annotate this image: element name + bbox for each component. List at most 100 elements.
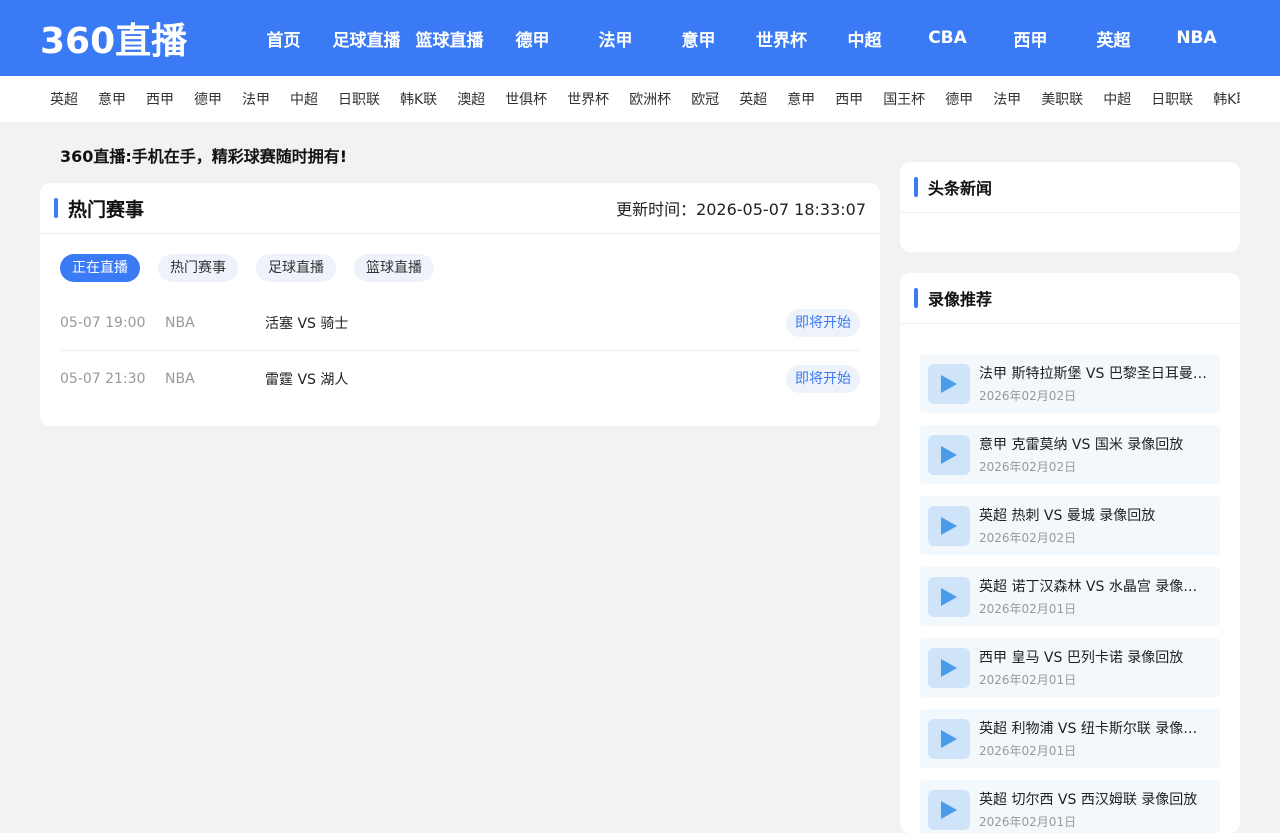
recording-date: 2026年02月01日 xyxy=(979,815,1077,829)
match-time: 05-07 21:30 xyxy=(60,370,146,387)
title-bar xyxy=(54,198,58,218)
recording-date: 2026年02月01日 xyxy=(979,744,1077,758)
subnav-item[interactable]: 德甲 xyxy=(184,89,232,109)
nav-nba[interactable]: NBA xyxy=(1155,28,1238,48)
match-row[interactable]: 05-07 19:00 NBA 活塞 VS 骑士 即将开始 xyxy=(60,296,860,351)
nav-premier-league[interactable]: 英超 xyxy=(1072,26,1155,51)
recordings-header: 录像推荐 xyxy=(900,273,1240,324)
recording-date: 2026年02月02日 xyxy=(979,460,1077,474)
match-league: NBA xyxy=(165,370,195,387)
league-subnav: 英超 意甲 西甲 德甲 法甲 中超 日职联 韩K联 澳超 世俱杯 世界杯 欧洲杯… xyxy=(0,76,1280,122)
subnav-item[interactable]: 韩K联 xyxy=(390,89,447,109)
recording-item[interactable]: 英超 热刺 VS 曼城 录像回放 2026年02月02日 xyxy=(920,496,1220,555)
subnav-item[interactable]: 日职联 xyxy=(1141,89,1203,109)
recording-title[interactable]: 意甲 克雷莫纳 VS 国米 录像回放 xyxy=(979,434,1210,454)
match-status-button[interactable]: 即将开始 xyxy=(786,309,860,337)
subnav-item[interactable]: 欧冠 xyxy=(681,89,729,109)
subnav-item[interactable]: 法甲 xyxy=(983,89,1031,109)
title-bar xyxy=(914,177,918,197)
match-teams[interactable]: 雷霆 VS 湖人 xyxy=(265,369,786,389)
match-teams[interactable]: 活塞 VS 骑士 xyxy=(265,313,786,333)
match-row[interactable]: 05-07 21:30 NBA 雷霆 VS 湖人 即将开始 xyxy=(60,351,860,406)
subnav-item[interactable]: 国王杯 xyxy=(873,89,935,109)
nav-home[interactable]: 首页 xyxy=(242,26,325,51)
subnav-item[interactable]: 澳超 xyxy=(447,89,495,109)
recording-item[interactable]: 意甲 克雷莫纳 VS 国米 录像回放 2026年02月02日 xyxy=(920,425,1220,484)
recording-title[interactable]: 英超 切尔西 VS 西汉姆联 录像回放 xyxy=(979,789,1210,809)
recording-title[interactable]: 英超 利物浦 VS 纽卡斯尔联 录像回放 xyxy=(979,718,1210,738)
recording-date: 2026年02月02日 xyxy=(979,531,1077,545)
recording-title[interactable]: 西甲 皇马 VS 巴列卡诺 录像回放 xyxy=(979,647,1210,667)
site-logo[interactable]: 360直播 xyxy=(0,12,220,64)
recordings-title: 录像推荐 xyxy=(914,286,992,310)
play-icon[interactable] xyxy=(928,505,970,546)
subnav-item[interactable]: 法甲 xyxy=(232,89,280,109)
news-title: 头条新闻 xyxy=(914,175,992,199)
nav-serie-a[interactable]: 意甲 xyxy=(657,26,740,51)
match-list: 05-07 19:00 NBA 活塞 VS 骑士 即将开始 05-07 21:3… xyxy=(40,282,880,406)
play-icon[interactable] xyxy=(928,647,970,688)
subnav-item[interactable]: 中超 xyxy=(1093,89,1141,109)
nav-ligue1[interactable]: 法甲 xyxy=(574,26,657,51)
subnav-item[interactable]: 韩K联 xyxy=(1203,89,1240,109)
hot-matches-panel: 热门赛事 更新时间：2026-05-07 18:33:07 正在直播 热门赛事 … xyxy=(40,183,880,426)
news-title-text: 头条新闻 xyxy=(928,179,993,198)
update-time: 更新时间：2026-05-07 18:33:07 xyxy=(616,200,866,219)
recording-item[interactable]: 西甲 皇马 VS 巴列卡诺 录像回放 2026年02月01日 xyxy=(920,638,1220,697)
subnav-item[interactable]: 世界杯 xyxy=(557,89,619,109)
subnav-item[interactable]: 世俱杯 xyxy=(495,89,557,109)
tab-hot-matches[interactable]: 热门赛事 xyxy=(158,254,238,282)
tab-basketball-live[interactable]: 篮球直播 xyxy=(354,254,434,282)
subnav-item[interactable]: 意甲 xyxy=(88,89,136,109)
slogan: 360直播:手机在手，精彩球赛随时拥有! xyxy=(60,147,348,166)
play-icon[interactable] xyxy=(928,576,970,617)
subnav-item[interactable]: 德甲 xyxy=(935,89,983,109)
match-league: NBA xyxy=(165,315,195,331)
recording-title[interactable]: 法甲 斯特拉斯堡 VS 巴黎圣日耳曼 录像回放 xyxy=(979,363,1210,383)
nav-football-live[interactable]: 足球直播 xyxy=(325,26,408,51)
recording-item[interactable]: 英超 诺丁汉森林 VS 水晶宫 录像回放 2026年02月01日 xyxy=(920,567,1220,626)
subnav-item[interactable]: 西甲 xyxy=(825,89,873,109)
play-icon[interactable] xyxy=(928,789,970,830)
headline-news-panel: 头条新闻 xyxy=(900,162,1240,252)
panel-header: 热门赛事 更新时间：2026-05-07 18:33:07 xyxy=(40,183,880,234)
recording-title[interactable]: 英超 热刺 VS 曼城 录像回放 xyxy=(979,505,1210,525)
match-tabs: 正在直播 热门赛事 足球直播 篮球直播 xyxy=(40,234,880,282)
nav-la-liga[interactable]: 西甲 xyxy=(989,26,1072,51)
subnav-item[interactable]: 西甲 xyxy=(136,89,184,109)
match-status-button[interactable]: 即将开始 xyxy=(786,364,860,393)
recordings-title-text: 录像推荐 xyxy=(928,290,993,309)
subnav-item[interactable]: 意甲 xyxy=(777,89,825,109)
play-icon[interactable] xyxy=(928,434,970,475)
recording-item[interactable]: 法甲 斯特拉斯堡 VS 巴黎圣日耳曼 录像回放 2026年02月02日 xyxy=(920,354,1220,413)
title-bar xyxy=(914,288,918,308)
panel-title-text: 热门赛事 xyxy=(68,198,145,221)
nav-cba[interactable]: CBA xyxy=(906,28,989,48)
nav-csl[interactable]: 中超 xyxy=(823,26,906,51)
recording-date: 2026年02月01日 xyxy=(979,673,1077,687)
recording-item[interactable]: 英超 切尔西 VS 西汉姆联 录像回放 2026年02月01日 xyxy=(920,780,1220,833)
subnav-item[interactable]: 欧洲杯 xyxy=(619,89,681,109)
play-icon[interactable] xyxy=(928,363,970,404)
subnav-item[interactable]: 英超 xyxy=(40,89,88,109)
tab-football-live[interactable]: 足球直播 xyxy=(256,254,336,282)
main-nav: 首页 足球直播 篮球直播 德甲 法甲 意甲 世界杯 中超 CBA 西甲 英超 N… xyxy=(242,26,1238,51)
subnav-item[interactable]: 美职联 xyxy=(1031,89,1093,109)
panel-title: 热门赛事 xyxy=(54,195,144,222)
recording-item[interactable]: 英超 利物浦 VS 纽卡斯尔联 录像回放 2026年02月01日 xyxy=(920,709,1220,768)
play-icon[interactable] xyxy=(928,718,970,759)
subnav-item[interactable]: 英超 xyxy=(729,89,777,109)
nav-world-cup[interactable]: 世界杯 xyxy=(740,26,823,51)
recordings-list: 法甲 斯特拉斯堡 VS 巴黎圣日耳曼 录像回放 2026年02月02日 意甲 克雷… xyxy=(900,324,1240,833)
nav-bundesliga[interactable]: 德甲 xyxy=(491,26,574,51)
match-time: 05-07 19:00 xyxy=(60,315,146,331)
news-header: 头条新闻 xyxy=(900,162,1240,213)
tab-live-now[interactable]: 正在直播 xyxy=(60,254,140,282)
recording-date: 2026年02月01日 xyxy=(979,602,1077,616)
subnav-item[interactable]: 中超 xyxy=(280,89,328,109)
nav-basketball-live[interactable]: 篮球直播 xyxy=(408,26,491,51)
subnav-item[interactable]: 日职联 xyxy=(328,89,390,109)
top-header: 360直播 首页 足球直播 篮球直播 德甲 法甲 意甲 世界杯 中超 CBA 西… xyxy=(0,0,1280,76)
recording-date: 2026年02月02日 xyxy=(979,389,1077,403)
recording-title[interactable]: 英超 诺丁汉森林 VS 水晶宫 录像回放 xyxy=(979,576,1210,596)
